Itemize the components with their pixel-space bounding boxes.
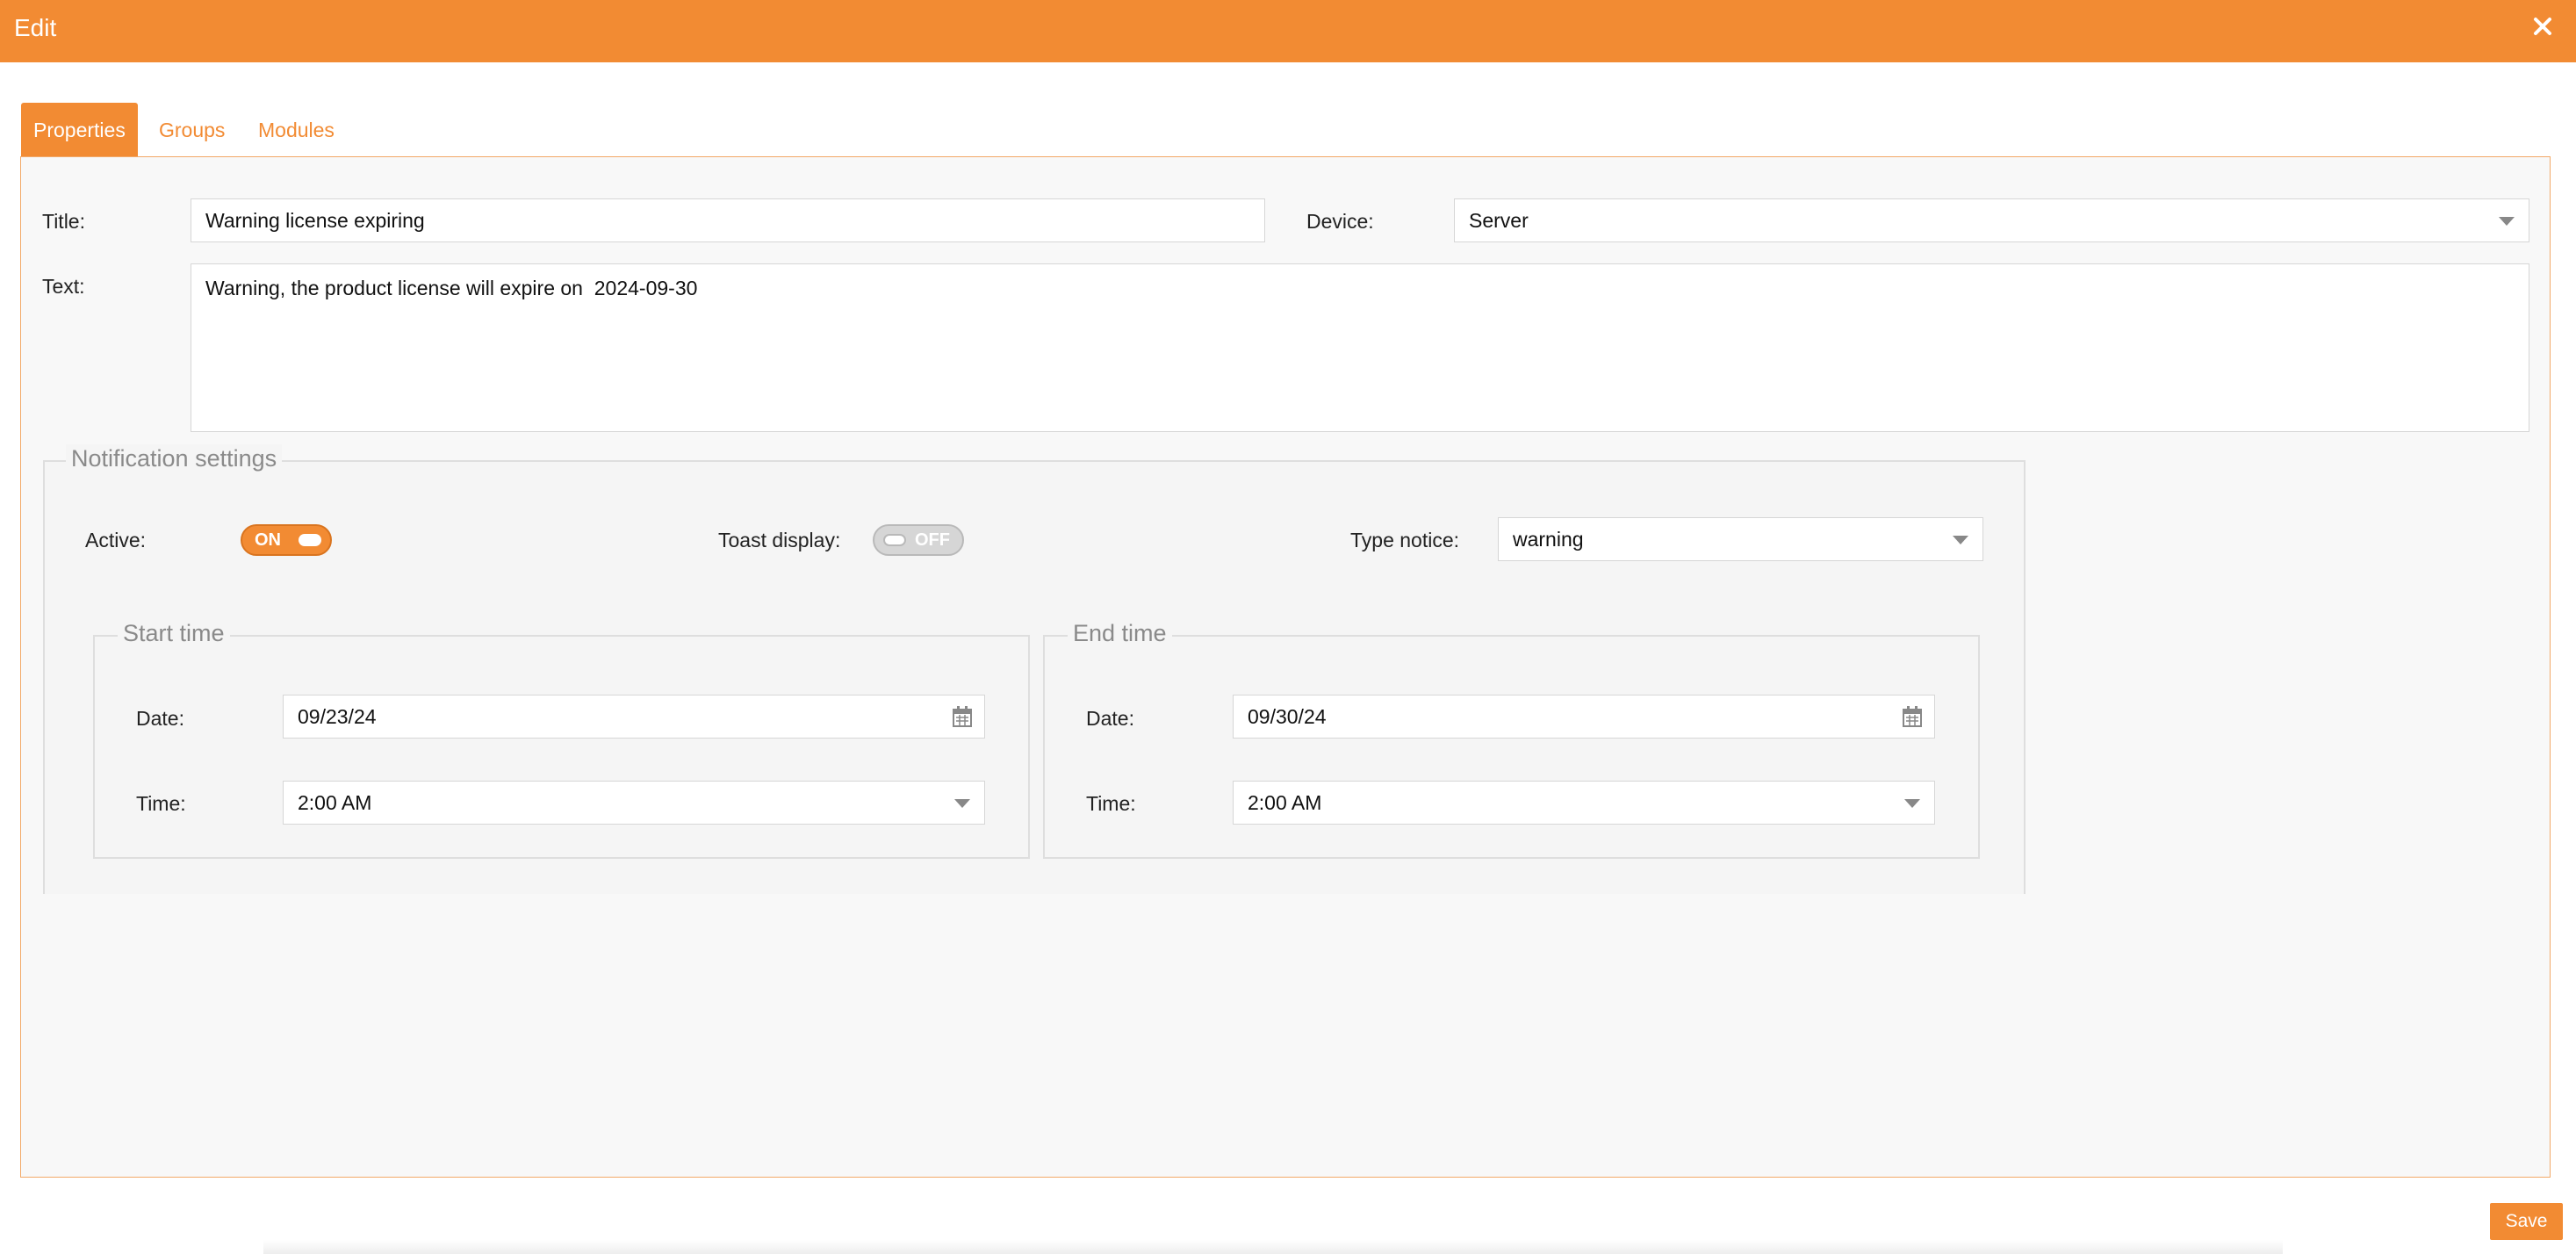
active-toggle[interactable]: ON	[241, 524, 332, 556]
toggle-knob	[299, 534, 321, 546]
end-time-select[interactable]: 2:00 AM	[1233, 781, 1935, 825]
end-time-label: Time:	[1086, 792, 1136, 815]
footer-divider	[263, 1240, 2283, 1254]
dialog-title: Edit	[14, 14, 57, 41]
text-label: Text:	[42, 275, 85, 298]
device-select[interactable]: Server	[1454, 198, 2529, 242]
close-icon[interactable]	[2527, 11, 2558, 42]
calendar-icon[interactable]	[953, 706, 972, 727]
end-time-fieldset: End time Date: 09/30/24 Time: 2:00 AM	[1043, 619, 1980, 859]
properties-panel: Title: Warning license expiring Device: …	[20, 156, 2551, 1178]
type-notice-value: warning	[1513, 528, 1584, 551]
save-button[interactable]: Save	[2490, 1203, 2563, 1240]
end-date-input[interactable]: 09/30/24	[1233, 695, 1935, 739]
tab-properties[interactable]: Properties	[21, 103, 138, 157]
tab-groups[interactable]: Groups	[159, 103, 225, 157]
start-time-legend: Start time	[118, 619, 230, 647]
title-input[interactable]: Warning license expiring	[191, 198, 1265, 242]
chevron-down-icon	[1904, 799, 1920, 808]
type-notice-select[interactable]: warning	[1498, 517, 1983, 561]
chevron-down-icon	[954, 799, 970, 808]
start-date-label: Date:	[136, 707, 184, 730]
type-notice-label: Type notice:	[1350, 529, 1460, 551]
device-label: Device:	[1306, 210, 1374, 233]
title-label: Title:	[42, 210, 85, 233]
toast-toggle-label: OFF	[915, 530, 950, 550]
device-select-value: Server	[1469, 209, 1529, 232]
start-date-input[interactable]: 09/23/24	[283, 695, 985, 739]
start-time-value: 2:00 AM	[298, 791, 372, 814]
end-time-legend: End time	[1068, 619, 1172, 647]
chevron-down-icon	[1953, 536, 1968, 544]
notification-settings-legend: Notification settings	[66, 444, 283, 472]
calendar-icon[interactable]	[1903, 706, 1922, 727]
start-time-label: Time:	[136, 792, 186, 815]
dialog-header: Edit	[0, 0, 2576, 62]
end-date-value: 09/30/24	[1248, 705, 1327, 728]
toast-display-label: Toast display:	[718, 529, 841, 551]
chevron-down-icon	[2499, 217, 2515, 226]
tab-modules[interactable]: Modules	[258, 103, 335, 157]
text-area[interactable]: Warning, the product license will expire…	[191, 263, 2529, 432]
notification-settings-fieldset: Notification settings Active: ON Toast d…	[43, 444, 2026, 894]
end-date-label: Date:	[1086, 707, 1134, 730]
toggle-knob	[883, 534, 906, 546]
start-date-value: 09/23/24	[298, 705, 377, 728]
toast-display-toggle[interactable]: OFF	[873, 524, 964, 556]
start-time-select[interactable]: 2:00 AM	[283, 781, 985, 825]
active-label: Active:	[85, 529, 147, 551]
active-toggle-label: ON	[255, 530, 281, 550]
end-time-value: 2:00 AM	[1248, 791, 1322, 814]
start-time-fieldset: Start time Date: 09/23/24 Time: 2:00 AM	[93, 619, 1030, 859]
